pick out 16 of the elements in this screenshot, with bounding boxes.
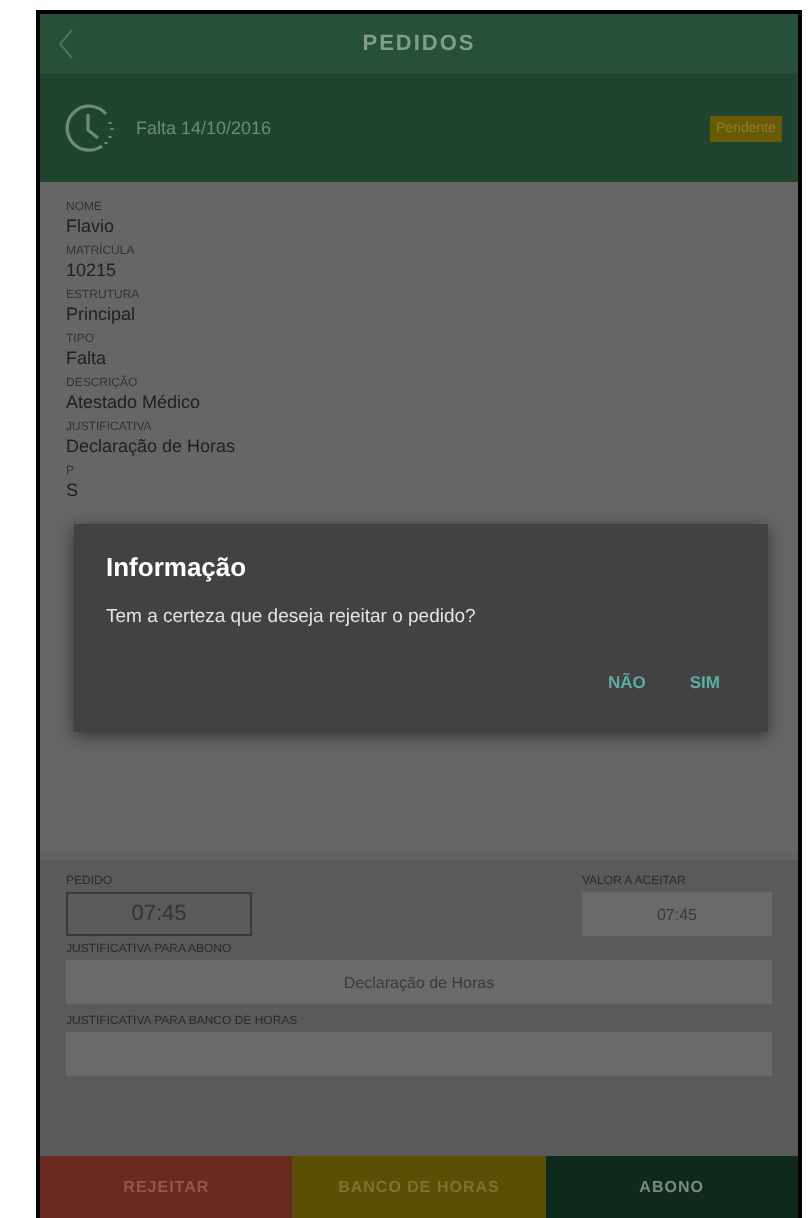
page-title: PEDIDOS xyxy=(362,32,476,56)
field-value: Declaração de Horas xyxy=(66,436,238,456)
field-value: S xyxy=(66,480,81,500)
field-value: Principal xyxy=(66,304,138,324)
field-value: Flavio xyxy=(66,216,117,236)
dialog-title: Informação xyxy=(106,552,249,582)
field-value: Atestado Médico xyxy=(66,392,203,412)
dialog-button[interactable]: SIM xyxy=(673,668,736,696)
dialog-message: Tem a certeza que deseja rejeitar o pedido? xyxy=(106,606,478,628)
field-value: Falta xyxy=(66,348,109,368)
field-value: 10215 xyxy=(66,260,119,280)
action-button[interactable]: ABONO xyxy=(545,1156,798,1218)
back-icon[interactable] xyxy=(56,28,76,60)
dialog-button[interactable]: NÃO xyxy=(591,668,662,696)
clock-icon xyxy=(64,102,116,154)
request-summary: Falta 14/10/2016 xyxy=(136,118,274,138)
